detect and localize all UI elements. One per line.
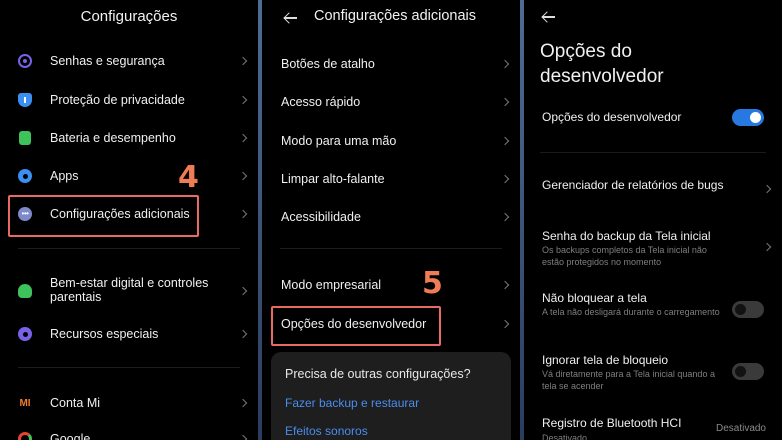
- item-label: Opções do desenvolvedor: [542, 110, 682, 124]
- page-title: Opções do desenvolvedor: [540, 39, 664, 89]
- special-features-icon: [18, 327, 32, 341]
- divider: [18, 367, 240, 368]
- settings-item-special-features[interactable]: Recursos especiais: [0, 315, 258, 353]
- item-label: Ignorar tela de bloqueio: [542, 353, 669, 367]
- chevron-right-icon: [500, 212, 510, 222]
- item-label: Conta Mi: [50, 396, 101, 410]
- settings-item-bluetooth-hci-log[interactable]: Registro de Bluetooth HCI Desativado Des…: [524, 410, 782, 440]
- developer-options-panel: Opções do desenvolvedor Opções do desenv…: [524, 0, 782, 440]
- settings-item-stay-awake[interactable]: Não bloquear a tela A tela não desligará…: [524, 285, 782, 333]
- chevron-right-icon: [238, 95, 248, 105]
- chevron-right-icon: [238, 398, 248, 408]
- person-heart-icon: [18, 284, 32, 298]
- settings-item-shortcut-buttons[interactable]: Botões de atalho: [262, 45, 520, 83]
- item-label: Limpar alto-falante: [281, 172, 385, 186]
- item-label: Modo para uma mão: [281, 134, 397, 148]
- chevron-right-icon: [500, 280, 510, 290]
- divider: [18, 248, 240, 249]
- item-label: Registro de Bluetooth HCI: [542, 416, 682, 430]
- chevron-right-icon: [238, 56, 248, 66]
- settings-item-accessibility[interactable]: Acessibilidade: [262, 198, 520, 236]
- more-settings-card: Precisa de outras configurações? Fazer b…: [271, 352, 511, 440]
- settings-item-google[interactable]: Google: [0, 420, 258, 440]
- divider: [280, 248, 502, 249]
- shield-icon: [18, 93, 32, 107]
- item-label: Bem-estar digital e controles parentais: [50, 276, 209, 304]
- settings-item-skip-lock-screen[interactable]: Ignorar tela de bloqueio Vá diretamente …: [524, 347, 782, 395]
- google-icon: [18, 432, 32, 440]
- chevron-right-icon: [238, 209, 248, 219]
- backup-restore-link[interactable]: Fazer backup e restaurar: [285, 396, 419, 410]
- highlight-box: [271, 306, 441, 346]
- settings-item-backup-password[interactable]: Senha do backup da Tela inicial Os backu…: [524, 222, 782, 272]
- item-sublabel: Os backups completos da Tela inicial não…: [542, 245, 707, 267]
- stay-awake-toggle[interactable]: [732, 301, 764, 318]
- chevron-right-icon: [500, 174, 510, 184]
- battery-icon: [19, 131, 31, 145]
- developer-options-toggle[interactable]: [732, 109, 764, 126]
- additional-settings-panel: Configurações adicionais Botões de atalh…: [262, 0, 520, 440]
- chevron-right-icon: [500, 136, 510, 146]
- item-label: Proteção de privacidade: [50, 93, 185, 107]
- mi-logo-icon: MI: [19, 397, 31, 409]
- item-label: Google: [50, 432, 91, 440]
- settings-item-privacy[interactable]: Proteção de privacidade: [0, 81, 258, 119]
- title-line: desenvolvedor: [540, 66, 664, 87]
- item-label: Acessibilidade: [281, 210, 361, 224]
- item-sublabel: Desativado: [542, 433, 588, 440]
- item-label: Modo empresarial: [281, 278, 382, 292]
- step-number: 4: [178, 160, 199, 195]
- item-label: Apps: [50, 169, 79, 183]
- settings-item-mi-account[interactable]: MI Conta Mi: [0, 384, 258, 422]
- chevron-right-icon: [500, 319, 510, 329]
- settings-item-bug-report[interactable]: Gerenciador de relatórios de bugs: [524, 170, 782, 204]
- item-label: Recursos especiais: [50, 327, 159, 341]
- item-label: Acesso rápido: [281, 95, 361, 109]
- step-number: 5: [422, 266, 443, 301]
- settings-item-one-hand-mode[interactable]: Modo para uma mão: [262, 122, 520, 160]
- settings-item-clean-speaker[interactable]: Limpar alto-falante: [262, 160, 520, 198]
- page-title: Configurações adicionais: [314, 8, 477, 24]
- chevron-right-icon: [238, 133, 248, 143]
- chevron-right-icon: [238, 171, 248, 181]
- item-label: Botões de atalho: [281, 57, 375, 71]
- chevron-right-icon: [762, 184, 772, 194]
- highlight-box: [8, 195, 199, 237]
- back-arrow-icon[interactable]: [284, 12, 297, 24]
- settings-item-wellbeing[interactable]: Bem-estar digital e controles parentais: [0, 271, 258, 311]
- settings-item-enterprise-mode[interactable]: Modo empresarial: [262, 266, 520, 304]
- chevron-right-icon: [238, 329, 248, 339]
- settings-panel: Configurações Senhas e segurança Proteçã…: [0, 0, 258, 440]
- item-sublabel: Vá diretamente para a Tela inicial quand…: [542, 369, 715, 391]
- item-label: Senha do backup da Tela inicial: [542, 229, 711, 243]
- sound-effects-link[interactable]: Efeitos sonoros: [285, 424, 368, 438]
- back-arrow-icon[interactable]: [542, 11, 555, 23]
- chevron-right-icon: [762, 242, 772, 252]
- card-question: Precisa de outras configurações?: [285, 367, 471, 381]
- item-sublabel: A tela não desligará durante o carregame…: [542, 307, 720, 317]
- item-label: Não bloquear a tela: [542, 291, 647, 305]
- chevron-right-icon: [238, 286, 248, 296]
- fingerprint-icon: [18, 54, 32, 68]
- chevron-right-icon: [238, 434, 248, 440]
- divider: [540, 152, 766, 153]
- settings-item-battery[interactable]: Bateria e desempenho: [0, 119, 258, 157]
- settings-item-apps[interactable]: Apps: [0, 157, 258, 195]
- status-value: Desativado: [715, 423, 766, 434]
- item-label: Gerenciador de relatórios de bugs: [542, 178, 724, 192]
- item-label: Senhas e segurança: [50, 54, 165, 68]
- chevron-right-icon: [500, 97, 510, 107]
- developer-options-toggle-row[interactable]: Opções do desenvolvedor: [524, 100, 782, 134]
- settings-item-passwords[interactable]: Senhas e segurança: [0, 42, 258, 80]
- gear-icon: [18, 169, 32, 183]
- page-title: Configurações: [80, 8, 178, 25]
- skip-lock-screen-toggle[interactable]: [732, 363, 764, 380]
- header: Configurações adicionais: [262, 8, 520, 28]
- item-label: Bateria e desempenho: [50, 131, 176, 145]
- chevron-right-icon: [500, 59, 510, 69]
- title-line: Opções do: [540, 41, 632, 62]
- settings-item-quick-access[interactable]: Acesso rápido: [262, 83, 520, 121]
